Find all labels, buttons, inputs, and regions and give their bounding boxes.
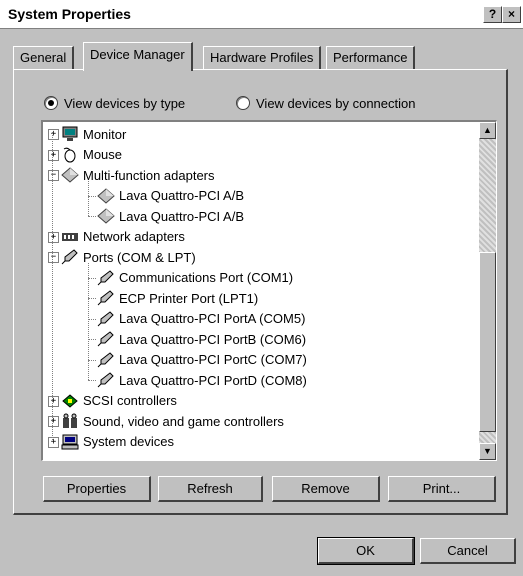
scroll-up-button[interactable]: ▲ (479, 122, 496, 139)
tree-connector-line (88, 359, 96, 361)
port-icon (97, 351, 115, 368)
port-icon (61, 249, 79, 265)
tree-item-label: Monitor (83, 126, 127, 142)
tab-general[interactable]: General (13, 46, 75, 69)
help-button[interactable]: ? (483, 6, 502, 23)
scsi-icon (61, 393, 79, 409)
scroll-thumb[interactable] (479, 252, 496, 432)
title-bar[interactable]: System Properties ? × (0, 0, 523, 29)
refresh-button[interactable]: Refresh (158, 476, 263, 502)
tree-child-item[interactable]: Communications Port (COM1) (97, 268, 293, 288)
close-button[interactable]: × (502, 6, 521, 23)
tree-item-label: Lava Quattro-PCI PortB (COM6) (119, 331, 307, 347)
system-properties-window: System Properties ? × General Device Man… (0, 0, 523, 576)
tree-item-label: Communications Port (COM1) (119, 270, 294, 285)
mouse-icon (61, 147, 79, 163)
adapter-icon (97, 187, 115, 204)
tree-child-item[interactable]: Lava Quattro-PCI A/B (97, 206, 244, 226)
tree-category-item[interactable]: + SCSI controllers (48, 391, 177, 411)
tree-child-item[interactable]: Lava Quattro-PCI PortC (COM7) (97, 350, 307, 370)
tree-connector-line (88, 263, 89, 380)
tree-item-label: System devices (83, 434, 175, 449)
properties-button[interactable]: Properties (43, 476, 151, 502)
tree-category-item[interactable]: + Sound, video and game controllers (48, 411, 284, 431)
adapter-icon (61, 167, 79, 183)
tree-connector-line (88, 195, 96, 197)
sound-icon (61, 413, 79, 429)
expand-icon[interactable]: + (48, 149, 59, 161)
tree-category-item[interactable]: − Multi-function adapters (48, 165, 215, 185)
tree-connector-line (88, 298, 96, 299)
tree-child-item[interactable]: Lava Quattro-PCI PortD (COM8) (97, 370, 307, 390)
tree-item-label: Lava Quattro-PCI A/B (119, 208, 245, 224)
tree-item-label: Ports (COM & LPT) (83, 249, 196, 265)
tree-category-item[interactable]: + Mouse (48, 145, 123, 165)
tree-connector-line (88, 339, 96, 340)
tree-item-label: Lava Quattro-PCI PortA (COM5) (119, 311, 306, 326)
collapse-icon[interactable]: − (48, 252, 59, 263)
tree-category-item[interactable]: + Monitor (48, 124, 127, 144)
tree-category-item[interactable]: + System devices (48, 432, 175, 452)
tree-item-label: Lava Quattro-PCI A/B (119, 188, 245, 203)
radio-label-by-type: View devices by type (64, 95, 186, 111)
scroll-down-button[interactable]: ▼ (479, 443, 496, 460)
tree-connector-line (88, 216, 96, 217)
expand-icon[interactable]: + (48, 231, 59, 243)
tree-item-label: Mouse (83, 147, 123, 162)
network-icon (61, 229, 79, 245)
port-icon (97, 331, 115, 347)
monitor-icon (61, 126, 79, 142)
tree-item-label: Network adapters (83, 229, 185, 244)
radio-dot[interactable] (236, 96, 250, 110)
tree-item-label: ECP Printer Port (LPT1) (119, 290, 259, 306)
vertical-scrollbar[interactable]: ▲ ▼ (479, 122, 496, 460)
tree-connector-line (52, 132, 53, 440)
adapter-icon (97, 208, 115, 224)
expand-icon[interactable]: + (48, 129, 59, 140)
tree-item-label: Multi-function adapters (83, 167, 215, 183)
tree-child-item[interactable]: ECP Printer Port (LPT1) (97, 288, 258, 308)
port-icon (97, 310, 115, 327)
tree-connector-line (88, 277, 96, 279)
collapse-icon[interactable]: − (48, 170, 59, 181)
tree-connector-line (88, 181, 89, 216)
tab-performance[interactable]: Performance (326, 46, 416, 69)
port-icon (97, 372, 115, 388)
tree-child-item[interactable]: Lava Quattro-PCI A/B (97, 186, 244, 206)
tree-item-label: SCSI controllers (83, 393, 177, 408)
tree-category-item[interactable]: + Network adapters (48, 227, 185, 247)
radio-view-by-connection[interactable]: View devices by connection (236, 94, 415, 112)
tree-category-item[interactable]: − Ports (COM & LPT) (48, 247, 196, 267)
radio-dot-selected[interactable] (44, 96, 58, 110)
radio-view-by-type[interactable]: View devices by type (44, 94, 185, 112)
device-tree[interactable]: ▲ ▼ + Monitor + Mouse − Multi-function adapte… (41, 120, 497, 461)
expand-icon[interactable]: + (48, 395, 59, 407)
port-icon (97, 290, 115, 306)
remove-button[interactable]: Remove (272, 476, 380, 502)
port-icon (97, 269, 115, 286)
tree-child-item[interactable]: Lava Quattro-PCI PortB (COM6) (97, 329, 306, 349)
radio-label-by-connection: View devices by connection (256, 95, 416, 111)
tab-device-manager[interactable]: Device Manager (83, 42, 193, 71)
tree-item-label: Sound, video and game controllers (83, 413, 284, 429)
tab-hardware-profiles[interactable]: Hardware Profiles (203, 46, 322, 69)
tree-connector-line (88, 380, 96, 381)
tree-child-item[interactable]: Lava Quattro-PCI PortA (COM5) (97, 309, 305, 329)
tree-connector-line (88, 318, 96, 320)
expand-icon[interactable]: + (48, 436, 59, 448)
print-button[interactable]: Print... (388, 476, 496, 502)
window-title: System Properties (8, 6, 131, 22)
tree-item-label: Lava Quattro-PCI PortD (COM8) (119, 372, 307, 388)
computer-icon (61, 434, 79, 450)
cancel-button[interactable]: Cancel (420, 538, 516, 564)
expand-icon[interactable]: + (48, 416, 59, 427)
ok-button[interactable]: OK (317, 537, 415, 565)
tree-item-label: Lava Quattro-PCI PortC (COM7) (119, 352, 307, 367)
